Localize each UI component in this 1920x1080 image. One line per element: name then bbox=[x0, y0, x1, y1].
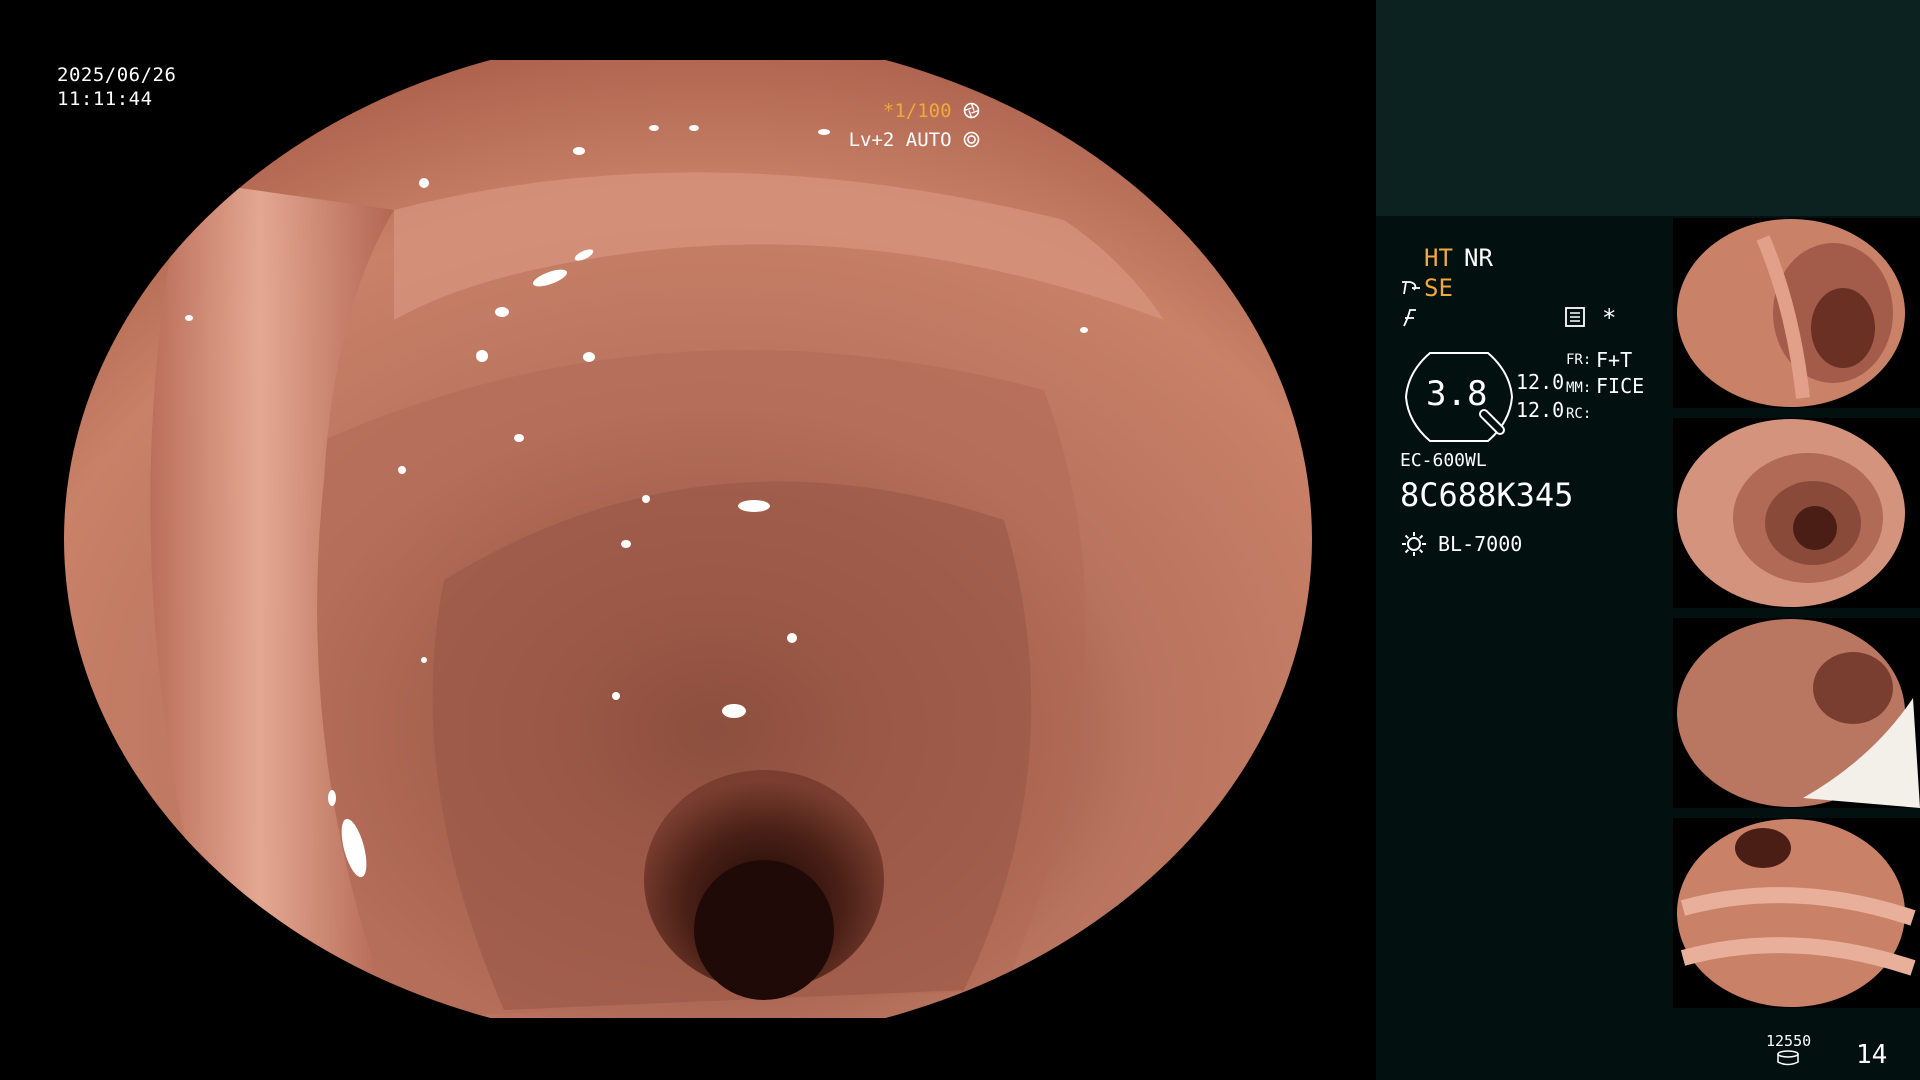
storage-count: 12550 bbox=[1766, 1032, 1812, 1050]
image-count: 14 bbox=[1856, 1040, 1888, 1070]
endoscopic-image bbox=[64, 60, 1312, 1018]
thumbnail-3[interactable] bbox=[1673, 618, 1920, 808]
panel-header bbox=[1376, 0, 1920, 216]
se-indicator: SE bbox=[1424, 274, 1453, 302]
iris-row: Lv+2 AUTO bbox=[849, 127, 980, 156]
light-source-model: BL-7000 bbox=[1438, 532, 1523, 556]
storage-disk-icon bbox=[1776, 1050, 1800, 1070]
date-display: 2025/06/26 bbox=[57, 64, 177, 86]
scope-serial: 8C688K345 bbox=[1400, 476, 1574, 514]
light-source-icon bbox=[1400, 530, 1428, 562]
rc-label: RC: bbox=[1566, 406, 1592, 422]
aperture-ring-icon bbox=[963, 129, 980, 156]
fr-value: F+T bbox=[1596, 348, 1633, 372]
color-enhance-icon bbox=[1400, 306, 1420, 332]
aperture-icon bbox=[963, 100, 980, 127]
fr-label: FR: bbox=[1566, 352, 1592, 368]
time-display: 11:11:44 bbox=[57, 88, 153, 110]
value-row-1: 12.0 bbox=[1516, 370, 1565, 394]
info-panel: HT NR SE * 3.8 12.0 12.0 FR: F+T MM: FIC… bbox=[1376, 0, 1920, 1080]
nr-indicator: NR bbox=[1464, 244, 1493, 272]
camera-settings-overlay: *1/100 Lv+2 AUTO bbox=[849, 98, 980, 156]
shutter-row: *1/100 bbox=[849, 98, 980, 127]
mm-label: MM: bbox=[1566, 380, 1592, 396]
star-indicator: * bbox=[1602, 304, 1617, 332]
memory-card-icon bbox=[1564, 306, 1586, 332]
thumbnail-2[interactable] bbox=[1673, 418, 1920, 608]
shutter-speed: *1/100 bbox=[882, 100, 952, 122]
value-row-2: 12.0 bbox=[1516, 398, 1565, 422]
thumbnail-4[interactable] bbox=[1673, 818, 1920, 1008]
mm-value: FICE bbox=[1596, 374, 1645, 398]
iris-mode: Lv+2 AUTO bbox=[848, 129, 952, 151]
ht-indicator: HT bbox=[1424, 244, 1453, 272]
thumbnail-1[interactable] bbox=[1673, 218, 1920, 408]
zoom-value: 3.8 bbox=[1426, 374, 1488, 414]
scope-model: EC-600WL bbox=[1400, 450, 1487, 471]
structure-enhance-icon bbox=[1400, 276, 1422, 302]
endoscope-view: 2025/06/26 11:11:44 *1/100 Lv+2 AUTO bbox=[0, 0, 1376, 1080]
